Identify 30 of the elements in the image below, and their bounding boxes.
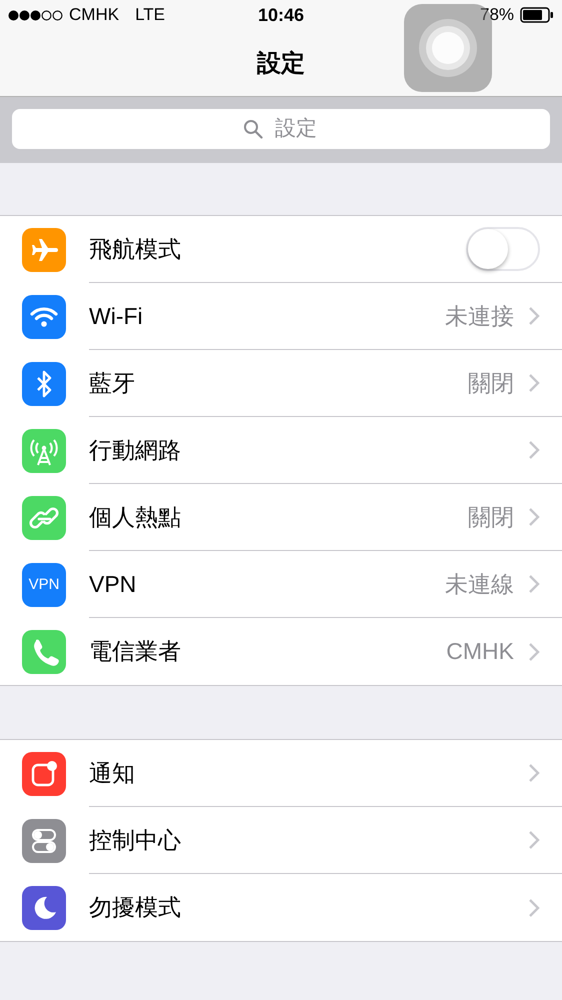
network-type: LTE [135, 5, 165, 25]
setting-label[interactable]: 藍牙 [89, 368, 468, 398]
clock-time: 10:46 [258, 4, 304, 26]
setting-value: 關閉 [468, 502, 514, 532]
toggle-switch[interactable] [466, 227, 540, 271]
setting-value: CMHK [446, 638, 514, 665]
setting-label[interactable]: 個人熱點 [89, 502, 468, 532]
chevron-icon [528, 830, 540, 850]
chevron-icon [528, 763, 540, 783]
setting-value: 關閉 [468, 368, 514, 398]
setting-label[interactable]: 電信業者 [89, 636, 446, 667]
chevron-icon [528, 642, 540, 662]
battery-icon [520, 7, 554, 23]
chevron-icon [528, 440, 540, 460]
carrier-name: CMHK [69, 5, 120, 25]
screen-title: 設定 [257, 49, 305, 79]
setting-value: 未連接 [445, 302, 514, 330]
setting-label[interactable]: Wi-Fi [89, 302, 445, 330]
chevron-icon [528, 507, 540, 527]
chevron-icon [528, 306, 540, 326]
search-field[interactable]: 設定 [12, 109, 550, 149]
chevron-icon [528, 373, 540, 393]
vpn-icon: VPN [22, 562, 66, 606]
setting-value: 未連線 [445, 570, 514, 598]
signal-icon [8, 10, 63, 20]
chevron-icon [528, 898, 540, 918]
setting-label[interactable]: VPN [89, 570, 445, 598]
battery-percent: 78% [480, 5, 514, 25]
search-icon [243, 119, 263, 139]
chevron-icon [528, 574, 540, 594]
